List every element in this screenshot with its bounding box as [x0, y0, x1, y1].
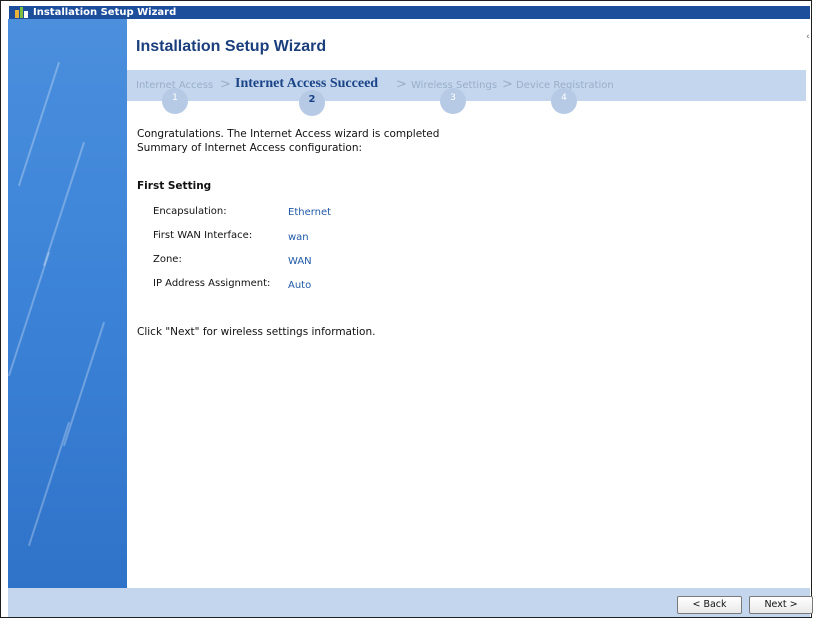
first-wan-interface-label: First WAN Interface:	[153, 230, 253, 241]
wizard-icon	[15, 7, 28, 18]
next-button[interactable]: Next >	[749, 596, 813, 614]
window-title: Installation Setup Wizard	[33, 7, 177, 18]
step-separator-2: >	[396, 77, 407, 92]
collapse-arrow-icon[interactable]: ‹	[806, 30, 812, 44]
ip-address-assignment-value: Auto	[288, 280, 312, 291]
encapsulation-value: Ethernet	[288, 207, 332, 218]
step-internet-access-succeed: Internet Access Succeed	[235, 76, 379, 91]
zone-label: Zone:	[153, 254, 182, 265]
step-number-1: 1	[162, 88, 188, 114]
step-number-2: 2	[299, 90, 325, 116]
step-number-3: 3	[440, 88, 466, 114]
section-title: First Setting	[137, 180, 212, 192]
back-button[interactable]: < Back	[677, 596, 742, 614]
intro-text: Congratulations. The Internet Access wiz…	[137, 128, 440, 140]
encapsulation-label: Encapsulation:	[153, 206, 227, 217]
summary-text: Summary of Internet Access configuration…	[137, 142, 363, 154]
left-decor-panel	[8, 19, 127, 588]
page-title: Installation Setup Wizard	[136, 38, 327, 55]
ip-address-assignment-label: IP Address Assignment:	[153, 278, 271, 289]
next-hint-text: Click "Next" for wireless settings infor…	[137, 326, 376, 338]
step-separator-1: >	[220, 77, 231, 92]
zone-value: WAN	[288, 256, 312, 267]
first-wan-interface-value: wan	[288, 232, 309, 243]
step-number-4: 4	[551, 88, 577, 114]
step-separator-3: >	[502, 77, 513, 92]
window-titlebar: Installation Setup Wizard	[9, 6, 810, 19]
